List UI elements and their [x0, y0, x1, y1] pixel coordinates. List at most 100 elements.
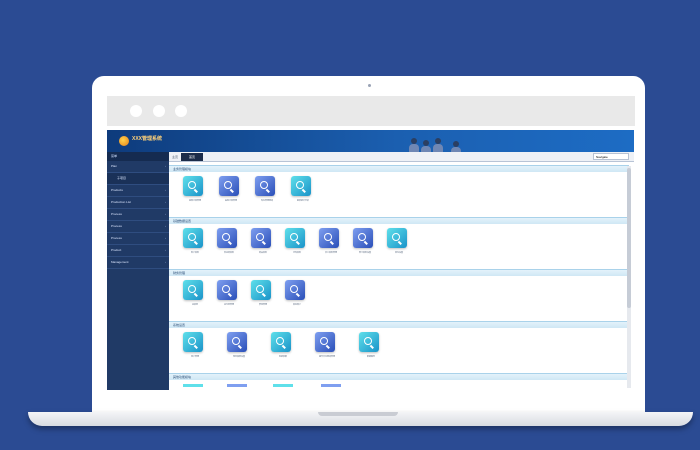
module-icon-partial[interactable] [227, 384, 247, 387]
module-label: 费用管理 [258, 304, 267, 306]
module-label: 操作日志查询管理 [318, 356, 335, 358]
module-shortcut[interactable]: 资金账户 [285, 280, 307, 306]
tab-bar: 主页 首页 Navigate [169, 152, 634, 162]
module-icon-partial[interactable] [273, 384, 293, 387]
magnifier-icon [256, 233, 264, 241]
module-shortcut[interactable]: 应收款 [183, 280, 205, 306]
scrollbar-thumb[interactable] [627, 168, 631, 308]
sidebar-item[interactable]: Plan › [107, 161, 169, 173]
section-title: 系统设置 [169, 321, 629, 328]
tab-home[interactable]: 主页 [172, 154, 178, 160]
section-title: 业务管理模块 [169, 165, 629, 172]
module-shortcut[interactable]: 商品资料 [251, 228, 273, 254]
module-label: 仓库资料 [292, 252, 301, 254]
sidebar-item[interactable]: Management › [107, 257, 169, 269]
module-shortcut[interactable]: 员工资料管理 [319, 228, 341, 254]
sidebar-item-label: Product [111, 248, 122, 252]
module-icon [227, 332, 247, 352]
window-minimize-dot[interactable] [153, 105, 165, 117]
tab-navigate-select[interactable]: Navigate [593, 153, 629, 160]
sidebar-item[interactable]: Process › [107, 233, 169, 245]
tab-active[interactable]: 首页 [181, 153, 203, 161]
module-icon [285, 228, 305, 248]
magnifier-icon [296, 181, 304, 189]
sidebar-header: 菜单 [107, 152, 169, 161]
module-shortcut[interactable]: 应付款管理 [217, 280, 239, 306]
module-icon [353, 228, 373, 248]
magnifier-icon [364, 337, 372, 345]
module-label: 部门资料设置 [358, 252, 371, 254]
module-shortcut[interactable]: 销售订单管理 [183, 176, 205, 202]
laptop-notch [318, 412, 398, 416]
module-shortcut[interactable]: 采购订单管理 [219, 176, 241, 202]
module-label: 资金账户 [292, 304, 301, 306]
module-shortcut[interactable]: 用户管理 [183, 332, 205, 358]
magnifier-icon [358, 233, 366, 241]
module-icon [219, 176, 239, 196]
window-maximize-dot[interactable] [175, 105, 187, 117]
module-shortcut[interactable]: 单位设置 [387, 228, 409, 254]
module-icon [251, 228, 271, 248]
sidebar-item-label: Process [111, 224, 122, 228]
module-shortcut[interactable]: 库存管理查询 [255, 176, 277, 202]
module-icon [217, 228, 237, 248]
module-icon [315, 332, 335, 352]
sidebar-item[interactable]: Process › [107, 209, 169, 221]
magnifier-icon [260, 181, 268, 189]
module-shortcut[interactable]: 报表统计分析 [291, 176, 313, 202]
sidebar-item-label: Process [111, 212, 122, 216]
chevron-right-icon: › [165, 260, 166, 264]
chevron-right-icon: › [165, 200, 166, 204]
magnifier-icon [188, 181, 196, 189]
sidebar-item[interactable]: Production List › [107, 197, 169, 209]
module-icon [285, 280, 305, 300]
module-icon [183, 228, 203, 248]
module-label: 采购订单管理 [224, 200, 237, 202]
magnifier-icon [290, 233, 298, 241]
module-label: 商品资料 [258, 252, 267, 254]
window-close-dot[interactable] [130, 105, 142, 117]
sidebar-item-label: 子项目 [117, 176, 127, 180]
module-section: 财务管理 应收款 应付款管理 费用管理 资金账户 [169, 269, 629, 319]
browser-title-bar [107, 96, 635, 126]
module-shortcut[interactable]: 部门资料设置 [353, 228, 375, 254]
module-icon [183, 332, 203, 352]
module-shortcut[interactable]: 客户资料 [183, 228, 205, 254]
chevron-right-icon: › [165, 188, 166, 192]
module-shortcut[interactable]: 系统参数 [271, 332, 293, 358]
module-section: 其他功能模块 [169, 373, 629, 390]
section-title: 基础数据设置 [169, 217, 629, 224]
magnifier-icon [276, 337, 284, 345]
sidebar-item-label: Products [111, 188, 123, 192]
module-icon [251, 280, 271, 300]
chevron-right-icon: › [165, 248, 166, 252]
sidebar-item[interactable]: 子项目 [107, 173, 169, 185]
module-shortcut[interactable]: 供应商资料 [217, 228, 239, 254]
module-icon [319, 228, 339, 248]
sidebar-item[interactable]: Process › [107, 221, 169, 233]
logo-icon [119, 136, 129, 146]
app-window: XXX管理系统 菜单 Plan › 子项目 Products › Production L… [107, 130, 634, 390]
module-label: 应付款管理 [223, 304, 234, 306]
module-label: 数据备份 [366, 356, 375, 358]
module-label: 角色权限设置 [232, 356, 245, 358]
module-icon [217, 280, 237, 300]
sidebar-item[interactable]: Product › [107, 245, 169, 257]
module-icon-partial[interactable] [321, 384, 341, 387]
webcam-dot [368, 84, 371, 87]
module-icon-partial[interactable] [183, 384, 203, 387]
chevron-right-icon: › [165, 224, 166, 228]
module-shortcut[interactable]: 仓库资料 [285, 228, 307, 254]
module-label: 销售订单管理 [188, 200, 201, 202]
module-shortcut[interactable]: 费用管理 [251, 280, 273, 306]
module-icon [271, 332, 291, 352]
sidebar-item-label: Production List [111, 200, 131, 204]
vertical-scrollbar[interactable] [627, 166, 631, 388]
module-shortcut[interactable]: 角色权限设置 [227, 332, 249, 358]
sidebar: 菜单 Plan › 子项目 Products › Production List › Proc… [107, 152, 169, 390]
header-banner-people [407, 133, 477, 155]
sidebar-item[interactable]: Products › [107, 185, 169, 197]
module-shortcut[interactable]: 数据备份 [359, 332, 381, 358]
magnifier-icon [320, 337, 328, 345]
module-shortcut[interactable]: 操作日志查询管理 [315, 332, 337, 358]
